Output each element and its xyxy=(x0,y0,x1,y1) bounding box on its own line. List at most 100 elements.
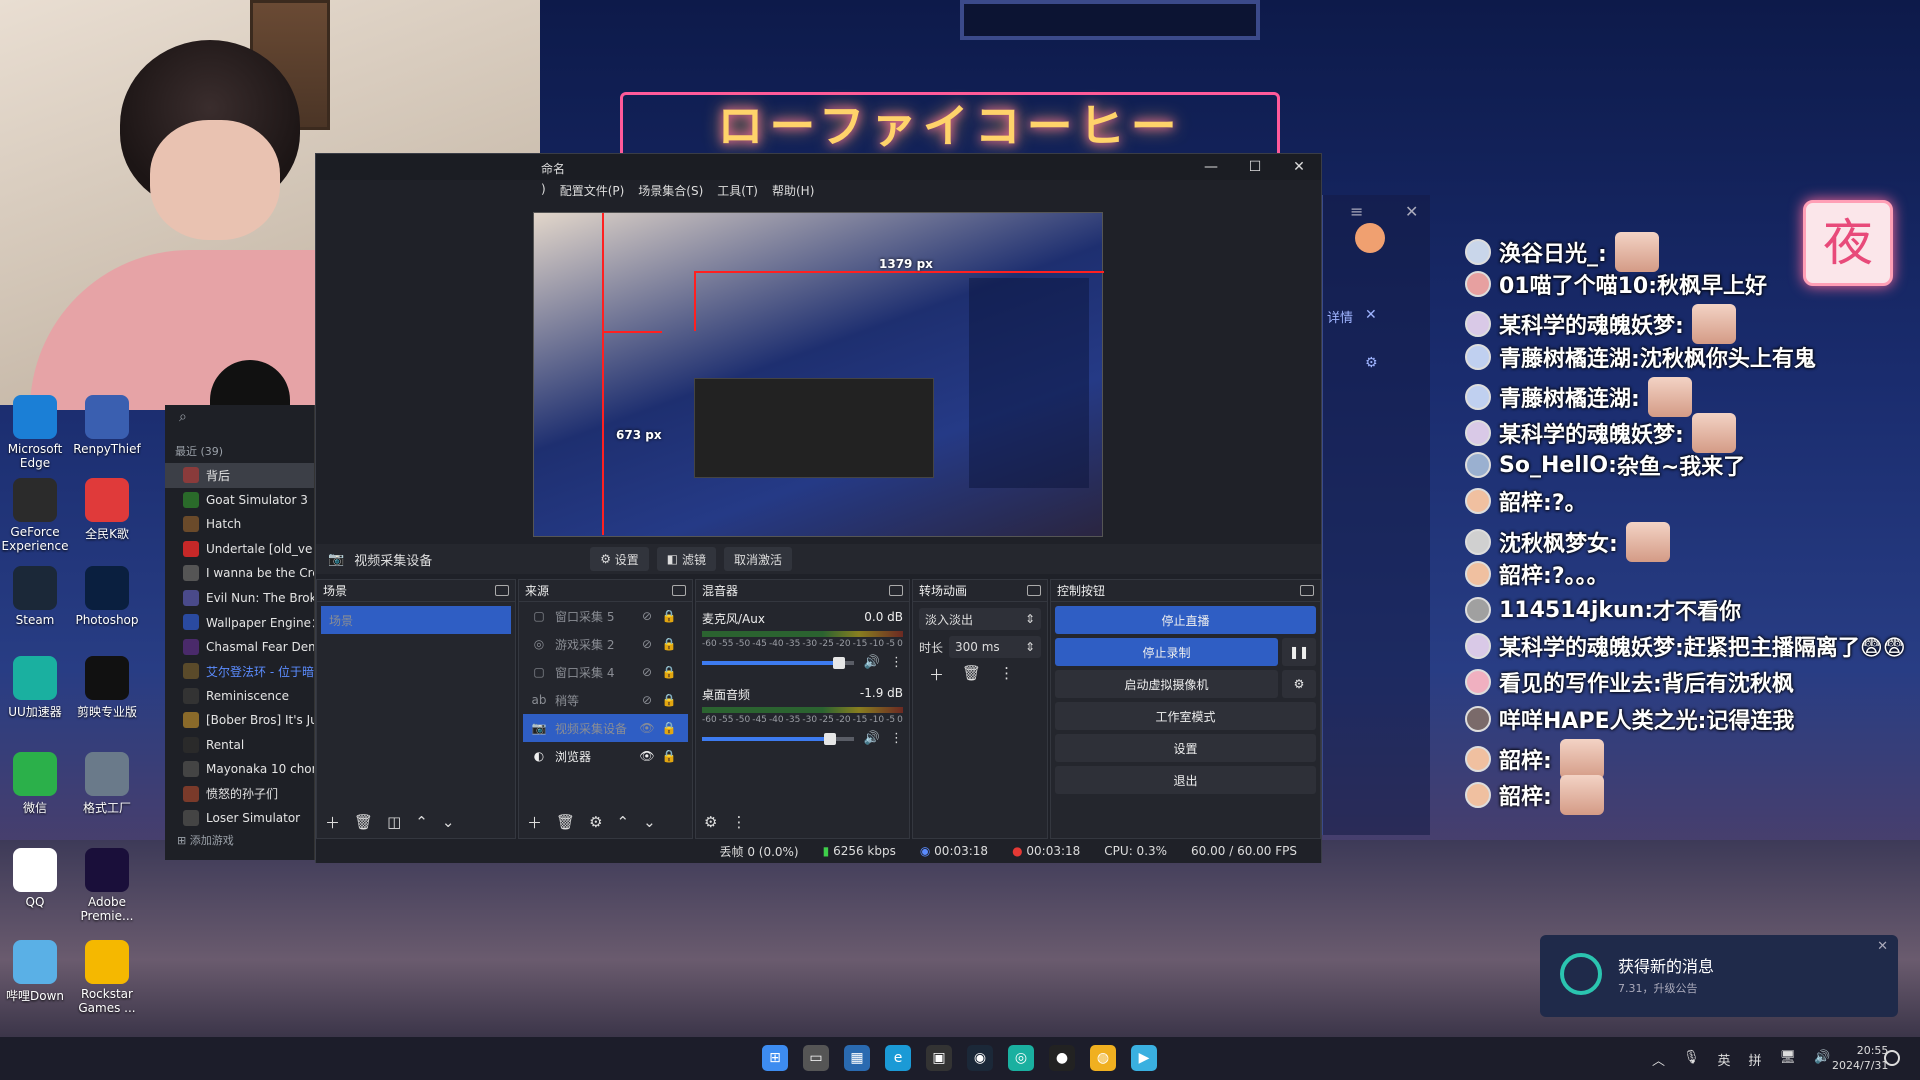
exit-button[interactable]: 退出 xyxy=(1055,766,1316,794)
avatar[interactable] xyxy=(1465,271,1491,298)
desktop-icon[interactable]: RenpyThief xyxy=(72,395,142,456)
menu-icon[interactable]: ≡ xyxy=(1350,202,1363,221)
pause-icon[interactable]: ❚❚ xyxy=(1282,638,1316,666)
close-window-icon[interactable]: ✕ xyxy=(1277,154,1321,180)
ime-mode[interactable]: 拼 xyxy=(1749,1050,1762,1069)
eye-off-icon[interactable]: ⊘ xyxy=(636,665,658,679)
undock-icon[interactable] xyxy=(672,585,686,596)
desktop-icon[interactable]: Rockstar Games ... xyxy=(72,940,142,1015)
undock-icon[interactable] xyxy=(1300,585,1314,596)
settings-button[interactable]: 设置 xyxy=(1055,734,1316,762)
gear-icon[interactable]: ⚙ xyxy=(589,813,602,831)
ime-language[interactable]: 英 xyxy=(1718,1050,1731,1069)
taskview-icon[interactable]: ▭ xyxy=(803,1045,829,1071)
eye-off-icon[interactable]: ⊘ xyxy=(636,609,658,623)
mic-icon[interactable]: 🎙 xyxy=(1683,1050,1700,1069)
avatar[interactable] xyxy=(1465,239,1491,265)
move-down-icon[interactable]: ⌄ xyxy=(643,813,656,831)
add-icon[interactable]: ＋ xyxy=(325,812,340,833)
filter-icon[interactable]: ⚙ xyxy=(1365,355,1378,371)
preview-canvas[interactable]: 1379 px 673 px xyxy=(533,212,1104,537)
eye-off-icon[interactable]: ⊘ xyxy=(636,693,658,707)
add-game-button[interactable]: ⊞ 添加游戏 xyxy=(177,832,234,848)
notification-toast[interactable]: 获得新的消息 7.31，升级公告 ✕ xyxy=(1540,935,1898,1017)
lock-icon[interactable]: 🔒 xyxy=(658,749,680,763)
network-icon[interactable]: 🖥 xyxy=(1780,1050,1797,1069)
desktop-icon[interactable]: 微信 xyxy=(0,752,70,816)
lock-icon[interactable]: 🔒 xyxy=(658,609,680,623)
avatar[interactable] xyxy=(1465,597,1491,623)
game-list-item[interactable]: Reminiscence xyxy=(165,684,314,709)
volume-slider[interactable] xyxy=(702,656,854,669)
avatar[interactable] xyxy=(1465,343,1491,370)
chrome-icon[interactable]: ◍ xyxy=(1090,1045,1116,1071)
source-item[interactable]: 📷 视频采集设备 👁 🔒 xyxy=(523,714,688,742)
avatar[interactable] xyxy=(1465,669,1491,696)
gear-icon[interactable]: ⚙ xyxy=(704,813,717,831)
desktop-icon[interactable]: QQ xyxy=(0,848,70,909)
undock-icon[interactable] xyxy=(1027,585,1041,596)
undock-icon[interactable] xyxy=(889,585,903,596)
lock-icon[interactable]: 🔒 xyxy=(658,665,680,679)
game-list-item[interactable]: Hatch xyxy=(165,512,314,537)
slider-handle[interactable] xyxy=(832,656,845,669)
game-list-item[interactable]: Loser Simulator xyxy=(165,806,314,831)
avatar[interactable] xyxy=(1465,420,1491,446)
game-list-item[interactable]: 背后 xyxy=(165,463,314,488)
move-down-icon[interactable]: ⌄ xyxy=(442,813,455,831)
source-item[interactable]: ▢ 窗口采集 4 ⊘ 🔒 xyxy=(523,658,688,686)
more-icon[interactable]: ⋮ xyxy=(890,655,903,670)
source-filters-button[interactable]: ◧ 滤镜 xyxy=(656,547,716,571)
volume-icon[interactable]: 🔊 xyxy=(1814,1050,1830,1069)
clock[interactable]: 20:55 2024/7/31 xyxy=(1832,1043,1888,1073)
game-list-item[interactable]: Goat Simulator 3 xyxy=(165,488,314,513)
stop-record-button[interactable]: 停止录制 xyxy=(1055,638,1278,666)
store-icon[interactable]: ▦ xyxy=(844,1045,870,1071)
more-icon[interactable]: ⋮ xyxy=(999,664,1014,685)
avatar[interactable] xyxy=(1465,383,1491,410)
game-list-item[interactable]: Chasmal Fear Dem xyxy=(165,635,314,660)
close-icon[interactable]: ✕ xyxy=(1365,307,1377,323)
game-list-item[interactable]: Wallpaper Engine： xyxy=(165,610,314,635)
terminal-icon[interactable]: ▣ xyxy=(926,1045,952,1071)
stop-stream-button[interactable]: 停止直播 xyxy=(1055,606,1316,634)
maximize-icon[interactable]: ☐ xyxy=(1233,154,1277,180)
delete-icon[interactable]: 🗑 xyxy=(556,813,575,831)
search-icon[interactable]: ⌕ xyxy=(179,409,187,425)
avatar[interactable] xyxy=(1465,633,1491,660)
close-chat-icon[interactable]: ✕ xyxy=(1405,202,1418,221)
bilibili-icon[interactable]: ▶ xyxy=(1131,1045,1157,1071)
desktop-icon[interactable]: GeForce Experience xyxy=(0,478,70,553)
game-list-item[interactable]: Mayonaka 10 chor xyxy=(165,757,314,782)
obs-icon[interactable]: ● xyxy=(1049,1045,1075,1071)
desktop-icon[interactable]: Adobe Premie... xyxy=(72,848,142,923)
steam-icon[interactable]: ◉ xyxy=(967,1045,993,1071)
menu-item-tools[interactable]: 工具(T) xyxy=(717,182,758,199)
scene-item[interactable]: 场景 xyxy=(321,606,511,634)
minimize-icon[interactable]: — xyxy=(1189,154,1233,180)
delete-icon[interactable]: 🗑 xyxy=(962,664,981,685)
eye-icon[interactable]: 👁 xyxy=(636,749,658,763)
menu-item-help[interactable]: 帮助(H) xyxy=(772,182,814,199)
undock-icon[interactable] xyxy=(495,585,509,596)
game-list-item[interactable]: I wanna be the Cre xyxy=(165,561,314,586)
edge-icon[interactable]: e xyxy=(885,1045,911,1071)
desktop-icon[interactable]: Steam xyxy=(0,566,70,627)
notification-center-icon[interactable] xyxy=(1884,1050,1900,1066)
game-list-item[interactable]: Rental xyxy=(165,733,314,758)
menu-item-partial[interactable]: ) xyxy=(541,182,546,199)
menu-item-profile[interactable]: 配置文件(P) xyxy=(560,182,625,199)
avatar[interactable] xyxy=(1465,528,1491,555)
more-icon[interactable]: ⋮ xyxy=(731,813,746,831)
source-item[interactable]: ▢ 窗口采集 5 ⊘ 🔒 xyxy=(523,602,688,630)
desktop-icon[interactable]: 格式工厂 xyxy=(72,752,142,816)
start-icon[interactable]: ⊞ xyxy=(762,1045,788,1071)
avatar[interactable] xyxy=(1465,311,1491,338)
add-icon[interactable]: ＋ xyxy=(527,812,542,833)
duration-input[interactable]: 300 ms ⇕ xyxy=(949,636,1041,658)
volume-icon[interactable]: 🔊 xyxy=(864,731,880,746)
eye-off-icon[interactable]: ⊘ xyxy=(636,637,658,651)
game-list-item[interactable]: Evil Nun: The Brok xyxy=(165,586,314,611)
gear-icon[interactable]: ⚙ xyxy=(1282,670,1316,698)
avatar[interactable] xyxy=(1465,452,1491,479)
